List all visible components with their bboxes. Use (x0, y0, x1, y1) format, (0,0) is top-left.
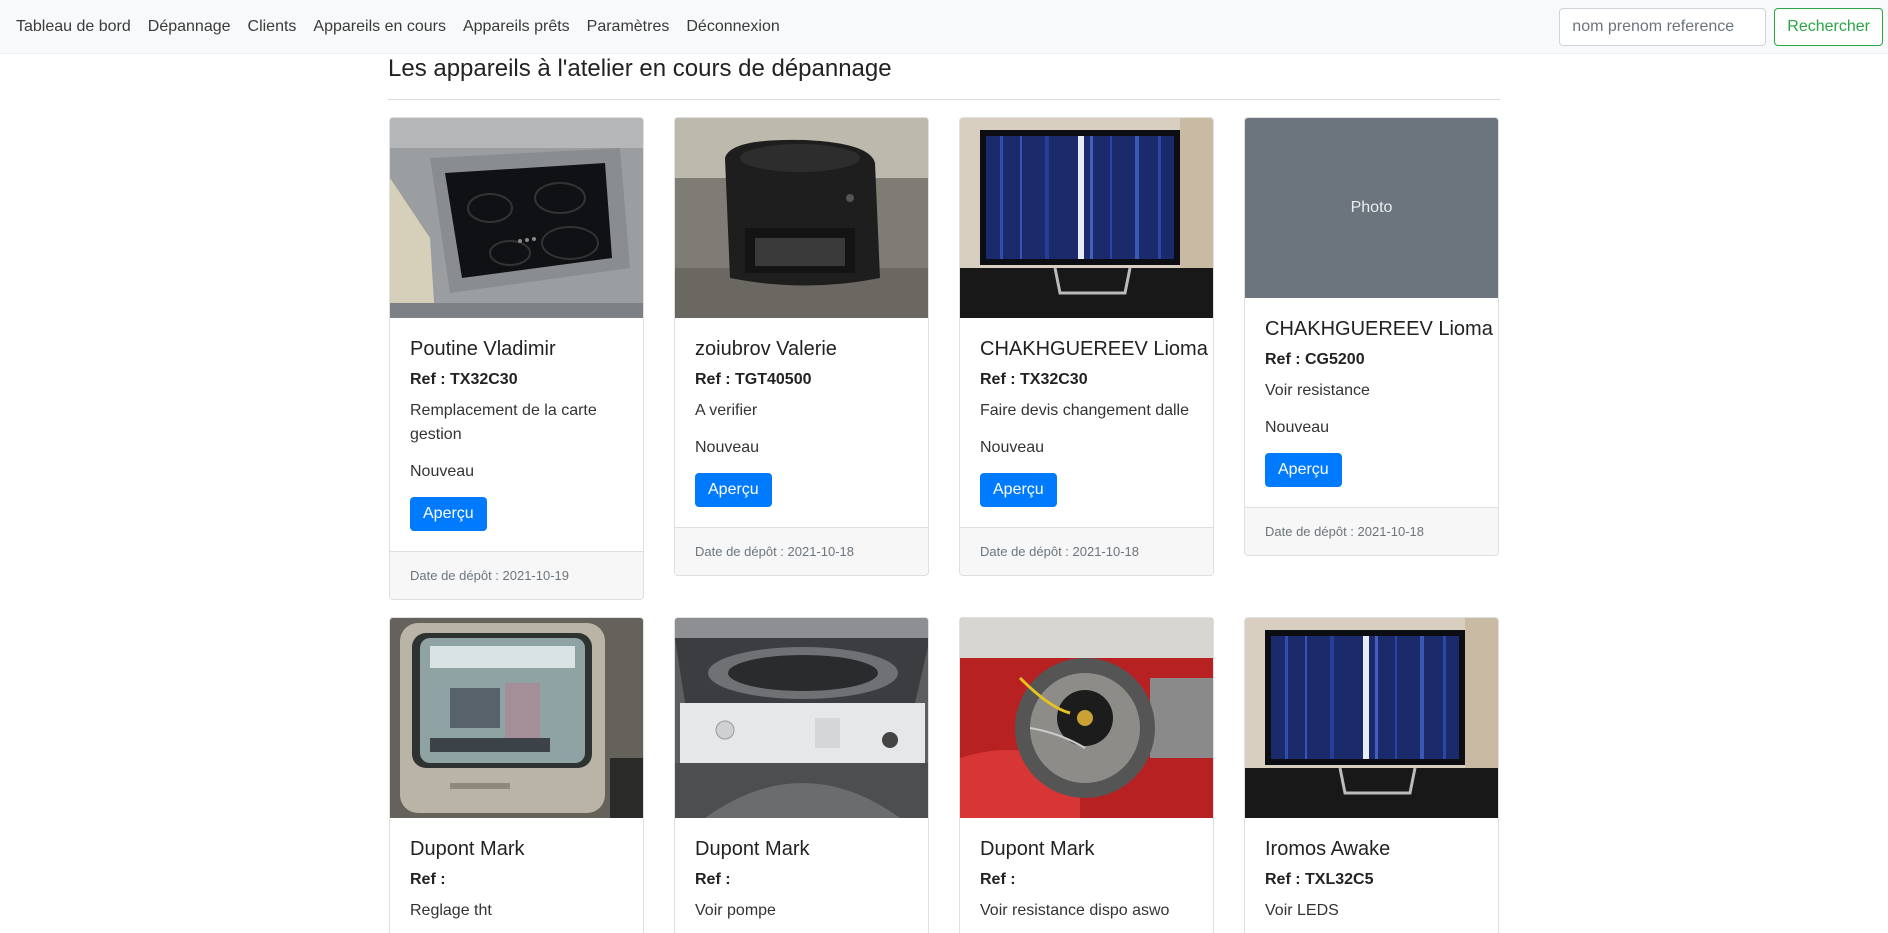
nav-link-clients[interactable]: Clients (248, 18, 297, 36)
status-text: Nouveau (695, 439, 760, 456)
preview-button[interactable]: Aperçu (695, 473, 772, 507)
search-form: Rechercher (1559, 8, 1883, 46)
client-name: Poutine Vladimir (410, 338, 556, 360)
deposit-date: Date de dépôt : 2021-10-18 (675, 527, 928, 575)
repair-description: Reglage tht (410, 902, 492, 919)
repair-description: A verifier (695, 402, 758, 419)
client-name: CHAKHGUEREEV Lioma (980, 338, 1208, 360)
nav-link-logout[interactable]: Déconnexion (686, 18, 779, 36)
crt-tv-photo (390, 618, 643, 818)
deposit-date: Date de dépôt : 2021-10-18 (960, 527, 1213, 575)
device-reference: Ref : TGT40500 (695, 371, 812, 388)
card-body: Dupont Mark Ref : Voir resistance dispo … (960, 818, 1213, 933)
nav-link-devices-ready[interactable]: Appareils prêts (463, 18, 570, 36)
status-text: Nouveau (410, 463, 475, 480)
device-reference: Ref : TXL32C5 (1265, 871, 1374, 888)
preview-button[interactable]: Aperçu (1265, 453, 1342, 487)
device-reference: Ref : TX32C30 (410, 371, 518, 388)
tv-screen-lines-photo (1245, 618, 1498, 818)
device-card: Poutine Vladimir Ref : TX32C30 Remplacem… (389, 117, 644, 600)
status-text: Nouveau (1265, 419, 1330, 436)
card-body: zoiubrov Valerie Ref : TGT40500 A verifi… (675, 318, 928, 527)
nav-link-dashboard[interactable]: Tableau de bord (16, 18, 131, 36)
repair-description: Voir resistance (1265, 382, 1370, 399)
repair-description: Voir LEDS (1265, 902, 1339, 919)
photo-placeholder: Photo (1245, 118, 1498, 298)
deposit-date: Date de dépôt : 2021-10-18 (1245, 507, 1498, 555)
nav-link-repair[interactable]: Dépannage (148, 18, 231, 36)
client-name: Dupont Mark (695, 838, 810, 860)
device-reference: Ref : (410, 871, 446, 888)
search-button[interactable]: Rechercher (1774, 8, 1883, 46)
device-card: Photo CHAKHGUEREEV Lioma Ref : CG5200 Vo… (1244, 117, 1499, 556)
device-reference: Ref : (980, 871, 1016, 888)
repair-description: Faire devis changement dalle (980, 402, 1190, 419)
client-name: Iromos Awake (1265, 838, 1391, 860)
card-body: Dupont Mark Ref : Reglage tht (390, 818, 643, 933)
status-text: Nouveau (980, 439, 1045, 456)
device-card: zoiubrov Valerie Ref : TGT40500 A verifi… (674, 117, 929, 576)
client-name: Dupont Mark (410, 838, 525, 860)
device-reference: Ref : CG5200 (1265, 351, 1365, 368)
nav-link-devices-in-progress[interactable]: Appareils en cours (313, 18, 446, 36)
motor-part-photo (960, 618, 1213, 818)
repair-description: Remplacement de la carte gestion (410, 402, 597, 443)
card-body: CHAKHGUEREEV Lioma Ref : CG5200 Voir res… (1245, 298, 1498, 507)
device-reference: Ref : (695, 871, 731, 888)
preview-button[interactable]: Aperçu (980, 473, 1057, 507)
photo-placeholder-label: Photo (1350, 199, 1393, 216)
card-body: Dupont Mark Ref : Voir pompe (675, 818, 928, 933)
repair-description: Voir resistance dispo aswo (980, 902, 1170, 919)
top-navbar: Tableau de bord Dépannage Clients Appare… (0, 0, 1888, 54)
card-body: CHAKHGUEREEV Lioma Ref : TX32C30 Faire d… (960, 318, 1213, 527)
preview-button[interactable]: Aperçu (410, 497, 487, 531)
card-body: Iromos Awake Ref : TXL32C5 Voir LEDS (1245, 818, 1498, 933)
device-card: CHAKHGUEREEV Lioma Ref : TX32C30 Faire d… (959, 117, 1214, 576)
card-body: Poutine Vladimir Ref : TX32C30 Remplacem… (390, 318, 643, 551)
client-name: zoiubrov Valerie (695, 338, 837, 360)
client-name: CHAKHGUEREEV Lioma (1265, 318, 1493, 340)
device-card: Dupont Mark Ref : Voir pompe (674, 617, 929, 933)
client-name: Dupont Mark (980, 838, 1095, 860)
induction-cooktop-photo (390, 118, 643, 318)
device-card: Iromos Awake Ref : TXL32C5 Voir LEDS (1244, 617, 1499, 933)
device-card: Dupont Mark Ref : Reglage tht (389, 617, 644, 933)
search-input[interactable] (1559, 8, 1767, 46)
deposit-date: Date de dépôt : 2021-10-19 (390, 551, 643, 599)
nav-link-settings[interactable]: Paramètres (587, 18, 670, 36)
page-title: Les appareils à l'atelier en cours de dé… (388, 55, 892, 82)
washing-machine-photo (675, 618, 928, 818)
device-card: Dupont Mark Ref : Voir resistance dispo … (959, 617, 1214, 933)
coffee-machine-photo (675, 118, 928, 318)
title-divider (388, 99, 1500, 100)
device-reference: Ref : TX32C30 (980, 371, 1088, 388)
repair-description: Voir pompe (695, 902, 776, 919)
nav-links: Tableau de bord Dépannage Clients Appare… (16, 0, 797, 54)
tv-screen-lines-photo (960, 118, 1213, 318)
